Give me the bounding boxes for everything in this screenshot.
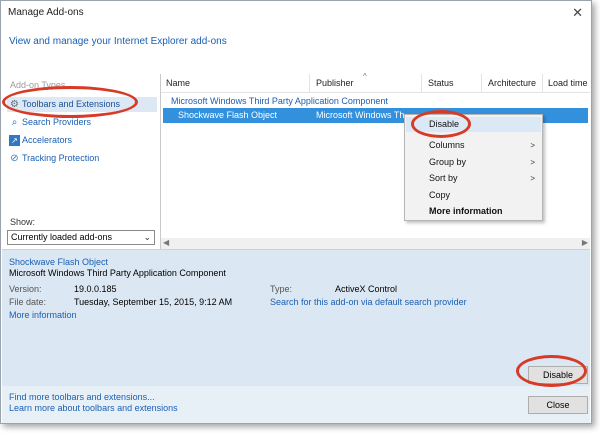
sort-ascending-icon: ^ [363,72,367,81]
sidebar-item-search-providers[interactable]: ⌕ Search Providers [7,115,157,130]
scroll-left-icon[interactable]: ◀ [163,238,169,247]
footer: Find more toolbars and extensions... Lea… [2,386,590,423]
type-value: ActiveX Control [335,284,398,294]
column-load-time[interactable]: Load time [548,78,588,88]
details-pane: Shockwave Flash Object Microsoft Windows… [2,249,590,387]
scroll-right-icon[interactable]: ▶ [582,238,588,247]
no-entry-icon: ⊘ [10,153,19,164]
column-separator [309,74,310,92]
group-header: Microsoft Windows Third Party Applicatio… [171,96,388,106]
sidebar-item-label: Tracking Protection [22,153,100,163]
column-separator [542,74,543,92]
subtitle-link[interactable]: View and manage your Internet Explorer a… [9,36,227,47]
version-label: Version: [9,284,42,294]
row-publisher: Microsoft Windows Th [316,110,405,120]
show-dropdown-value: Currently loaded add-ons [11,232,113,242]
accelerator-icon: ↗ [9,135,20,146]
details-publisher: Microsoft Windows Third Party Applicatio… [9,268,226,278]
file-date-label: File date: [9,297,47,307]
search-addon-link[interactable]: Search for this add-on via default searc… [270,297,467,307]
show-label: Show: [10,217,36,227]
sidebar-item-label: Search Providers [22,117,92,127]
menu-item-group-by[interactable]: Group by > [406,155,541,170]
horizontal-scrollbar[interactable]: ◀ ▶ [161,238,590,249]
version-value: 19.0.0.185 [74,284,117,294]
window-title: Manage Add-ons [8,7,84,18]
addon-types-label: Add-on Types [10,80,66,90]
column-separator [421,74,422,92]
menu-item-copy[interactable]: Copy [406,188,541,203]
menu-item-label: More information [429,206,503,216]
menu-item-label: Copy [429,190,451,200]
menu-item-more-information[interactable]: More information [406,204,541,219]
details-addon-name: Shockwave Flash Object [9,257,109,267]
title-bar: Manage Add-ons ✕ [1,1,591,27]
close-button[interactable]: Close [528,396,588,414]
menu-item-disable[interactable]: Disable [406,117,541,132]
context-menu: Disable Columns > Group by > Sort by > C… [404,114,543,221]
chevron-right-icon: > [530,158,535,167]
chevron-right-icon: > [530,141,535,150]
chevron-right-icon: > [530,174,535,183]
disable-button[interactable]: Disable [528,366,588,384]
menu-item-label: Disable [429,119,460,129]
menu-item-label: Sort by [429,173,458,183]
file-date-value: Tuesday, September 15, 2015, 9:12 AM [74,297,233,307]
more-information-link[interactable]: More information [9,310,77,320]
type-label: Type: [270,284,293,294]
sidebar-item-label: Accelerators [22,135,73,145]
sidebar-item-tracking-protection[interactable]: ⊘ Tracking Protection [7,151,157,166]
column-name[interactable]: Name [166,78,190,88]
column-separator [481,74,482,92]
show-dropdown[interactable]: Currently loaded add-ons ⌄ [7,230,155,245]
chevron-down-icon: ⌄ [143,232,151,242]
search-icon: ⌕ [11,117,18,128]
gear-icon: ⚙ [10,99,19,110]
sidebar-item-toolbars[interactable]: ⚙ Toolbars and Extensions [7,97,157,112]
sidebar-item-accelerators[interactable]: ↗ Accelerators [7,133,157,148]
row-name: Shockwave Flash Object [178,110,278,120]
find-more-link[interactable]: Find more toolbars and extensions... [9,392,155,402]
addon-types-pane: Add-on Types ⚙ Toolbars and Extensions ⌕… [2,74,159,249]
menu-item-sort-by[interactable]: Sort by > [406,171,541,186]
column-status[interactable]: Status [428,78,454,88]
sidebar-item-label: Toolbars and Extensions [22,99,121,109]
menu-item-label: Columns [429,140,465,150]
column-architecture[interactable]: Architecture [488,78,536,88]
learn-more-link[interactable]: Learn more about toolbars and extensions [9,403,178,413]
column-publisher[interactable]: Publisher [316,78,354,88]
menu-item-label: Group by [429,157,467,167]
menu-item-columns[interactable]: Columns > [406,138,541,153]
list-header: Name ^ Publisher Status Architecture Loa… [161,72,590,93]
close-icon[interactable]: ✕ [572,5,583,21]
